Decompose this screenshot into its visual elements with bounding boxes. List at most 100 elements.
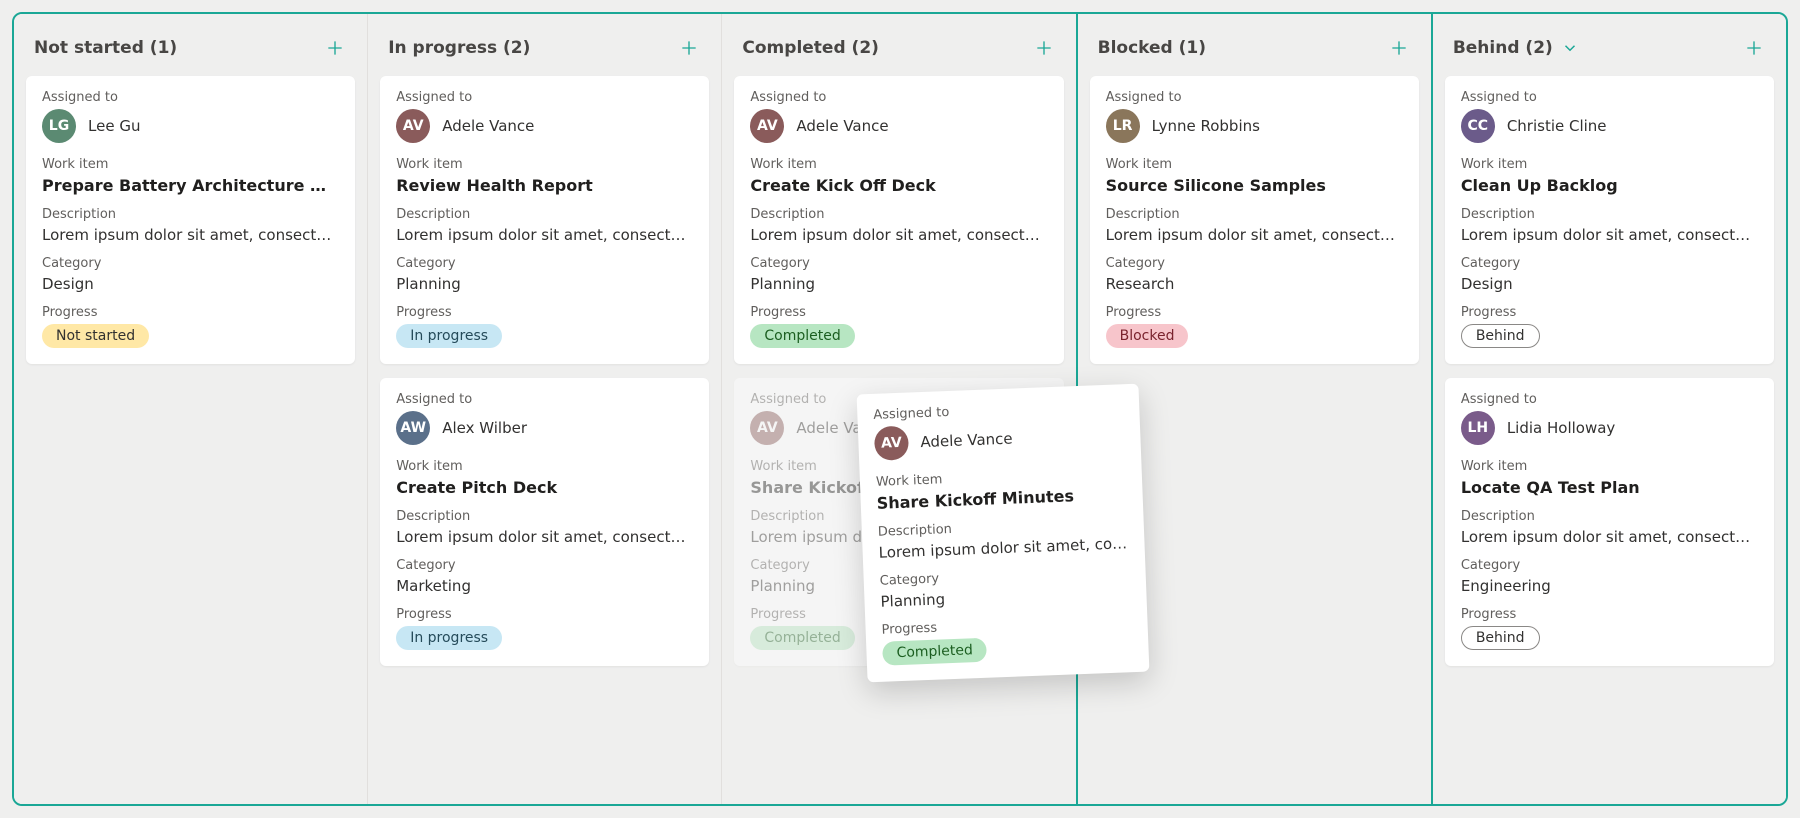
category-label: Category — [42, 256, 339, 271]
category-text: Engineering — [1461, 577, 1758, 595]
chevron-down-icon[interactable] — [1561, 39, 1579, 57]
assignee-row: AV Adele Vance — [396, 109, 693, 143]
column-title[interactable]: Completed (2) — [742, 38, 879, 58]
work-item-label: Work item — [1461, 459, 1758, 474]
column-title[interactable]: Blocked (1) — [1098, 38, 1206, 58]
kanban-card[interactable]: Assigned to AV Adele Vance Work item Rev… — [380, 76, 709, 364]
work-item-label: Work item — [396, 157, 693, 172]
assignee-name: Adele Vance — [796, 117, 888, 135]
progress-chip: Behind — [1461, 626, 1540, 650]
column-header: Not started (1) — [24, 26, 357, 76]
plus-icon — [1744, 38, 1764, 58]
column-title-text: Behind (2) — [1453, 38, 1553, 58]
avatar: AW — [396, 411, 430, 445]
category-label: Category — [1461, 256, 1758, 271]
category-text: Research — [1106, 275, 1403, 293]
assignee-name: Adele Vance — [920, 430, 1013, 452]
progress-chip: Completed — [882, 638, 987, 666]
assignee-name: Alex Wilber — [442, 419, 527, 437]
column-title[interactable]: Behind (2) — [1453, 38, 1579, 58]
work-item-title: Share Kickoff Minutes — [876, 484, 1127, 513]
add-card-button[interactable] — [1740, 34, 1768, 62]
description-label: Description — [42, 207, 339, 222]
category-text: Design — [42, 275, 339, 293]
dragging-card[interactable]: Assigned to AV Adele Vance Work item Sha… — [857, 384, 1150, 683]
assignee-row: AV Adele Vance — [874, 417, 1125, 461]
assigned-to-label: Assigned to — [1461, 90, 1758, 105]
card-list: Assigned to LR Lynne Robbins Work item S… — [1088, 76, 1421, 364]
column-title[interactable]: Not started (1) — [34, 38, 177, 58]
work-item-label: Work item — [750, 157, 1047, 172]
description-text: Lorem ipsum dolor sit amet, consecte… — [750, 226, 1047, 244]
kanban-card[interactable]: Assigned to AW Alex Wilber Work item Cre… — [380, 378, 709, 666]
progress-label: Progress — [750, 305, 1047, 320]
column-title-text: Not started (1) — [34, 38, 177, 58]
category-label: Category — [396, 558, 693, 573]
assigned-to-label: Assigned to — [396, 90, 693, 105]
progress-chip: Completed — [750, 626, 854, 650]
assignee-name: Adele Vance — [442, 117, 534, 135]
plus-icon — [679, 38, 699, 58]
work-item-label: Work item — [396, 459, 693, 474]
assigned-to-label: Assigned to — [396, 392, 693, 407]
category-label: Category — [396, 256, 693, 271]
category-text: Marketing — [396, 577, 693, 595]
work-item-title: Create Kick Off Deck — [750, 176, 1047, 195]
progress-label: Progress — [396, 305, 693, 320]
plus-icon — [325, 38, 345, 58]
progress-chip: Behind — [1461, 324, 1540, 348]
column-title-text: Blocked (1) — [1098, 38, 1206, 58]
assignee-name: Lynne Robbins — [1152, 117, 1260, 135]
add-card-button[interactable] — [1385, 34, 1413, 62]
avatar: AV — [874, 426, 909, 461]
progress-label: Progress — [42, 305, 339, 320]
progress-chip: Not started — [42, 324, 149, 348]
kanban-card[interactable]: Assigned to LH Lidia Holloway Work item … — [1445, 378, 1774, 666]
work-item-label: Work item — [42, 157, 339, 172]
card-list: Assigned to AV Adele Vance Work item Rev… — [378, 76, 711, 666]
progress-label: Progress — [881, 613, 1131, 638]
description-text: Lorem ipsum dolor sit amet, consecte… — [1461, 226, 1758, 244]
progress-label: Progress — [1106, 305, 1403, 320]
assignee-row: AW Alex Wilber — [396, 411, 693, 445]
work-item-label: Work item — [1461, 157, 1758, 172]
avatar: AV — [750, 109, 784, 143]
progress-chip: Blocked — [1106, 324, 1189, 348]
assignee-row: CC Christie Cline — [1461, 109, 1758, 143]
kanban-card[interactable]: Assigned to CC Christie Cline Work item … — [1445, 76, 1774, 364]
column-title-text: In progress (2) — [388, 38, 530, 58]
column-title[interactable]: In progress (2) — [388, 38, 530, 58]
work-item-title: Clean Up Backlog — [1461, 176, 1758, 195]
category-label: Category — [750, 256, 1047, 271]
column-header: Behind (2) — [1443, 26, 1776, 76]
assignee-row: LH Lidia Holloway — [1461, 411, 1758, 445]
work-item-title: Locate QA Test Plan — [1461, 478, 1758, 497]
kanban-column: Behind (2) Assigned to CC Christie Cline… — [1433, 14, 1786, 804]
description-label: Description — [1461, 207, 1758, 222]
progress-chip: In progress — [396, 324, 502, 348]
category-text: Design — [1461, 275, 1758, 293]
card-list: Assigned to CC Christie Cline Work item … — [1443, 76, 1776, 666]
add-card-button[interactable] — [675, 34, 703, 62]
add-card-button[interactable] — [1030, 34, 1058, 62]
avatar: LR — [1106, 109, 1140, 143]
kanban-card[interactable]: Assigned to LR Lynne Robbins Work item S… — [1090, 76, 1419, 364]
kanban-card[interactable]: Assigned to LG Lee Gu Work item Prepare … — [26, 76, 355, 364]
kanban-board: Not started (1) Assigned to LG Lee Gu Wo… — [12, 12, 1788, 806]
avatar: AV — [750, 411, 784, 445]
description-label: Description — [750, 207, 1047, 222]
work-item-title: Source Silicone Samples — [1106, 176, 1403, 195]
avatar: LH — [1461, 411, 1495, 445]
kanban-card[interactable]: Assigned to AV Adele Vance Work item Cre… — [734, 76, 1063, 364]
description-text: Lorem ipsum dolor sit amet, consecte… — [396, 528, 693, 546]
add-card-button[interactable] — [321, 34, 349, 62]
avatar: LG — [42, 109, 76, 143]
column-header: In progress (2) — [378, 26, 711, 76]
description-text: Lorem ipsum dolor sit amet, consecte… — [1106, 226, 1403, 244]
assigned-to-label: Assigned to — [1461, 392, 1758, 407]
description-text: Lorem ipsum dolor sit amet, consecte… — [42, 226, 339, 244]
card-list: Assigned to LG Lee Gu Work item Prepare … — [24, 76, 357, 364]
work-item-title: Review Health Report — [396, 176, 693, 195]
category-label: Category — [1106, 256, 1403, 271]
work-item-title: Create Pitch Deck — [396, 478, 693, 497]
